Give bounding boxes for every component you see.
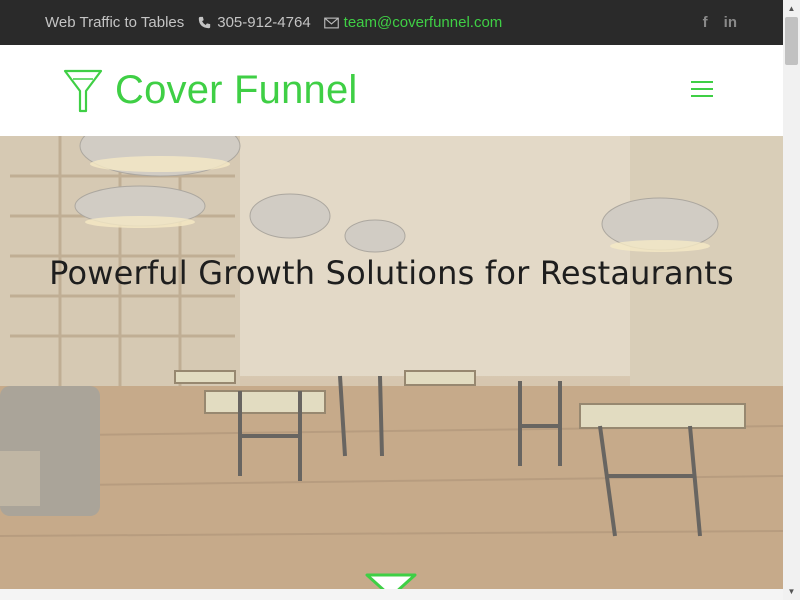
hamburger-menu-icon[interactable] bbox=[691, 81, 713, 99]
tagline: Web Traffic to Tables bbox=[45, 14, 185, 31]
phone-number[interactable]: 305-912-4764 bbox=[217, 14, 310, 31]
phone-icon bbox=[199, 16, 211, 29]
envelope-icon bbox=[323, 17, 339, 28]
scroll-up-icon[interactable]: ▲ bbox=[783, 0, 800, 17]
bottom-strip bbox=[0, 589, 783, 600]
site-header: Cover Funnel bbox=[0, 45, 783, 136]
hero-overlay bbox=[0, 136, 783, 589]
hero-title: Powerful Growth Solutions for Restaurant… bbox=[49, 254, 734, 292]
scrollbar-thumb[interactable] bbox=[785, 17, 798, 65]
logo-text: Cover Funnel bbox=[115, 68, 358, 112]
facebook-icon[interactable]: f bbox=[703, 14, 708, 31]
funnel-logo-icon bbox=[63, 69, 103, 112]
vertical-scrollbar[interactable]: ▲ ▼ bbox=[783, 0, 800, 600]
top-info-bar: Web Traffic to Tables 305-912-4764 team@… bbox=[0, 0, 783, 45]
funnel-badge-icon bbox=[365, 573, 417, 589]
scroll-down-icon[interactable]: ▼ bbox=[783, 583, 800, 600]
phone-contact[interactable]: 305-912-4764 bbox=[198, 14, 311, 31]
social-links: f in bbox=[703, 0, 737, 45]
email-contact[interactable]: team@coverfunnel.com bbox=[323, 14, 503, 31]
linkedin-icon[interactable]: in bbox=[724, 14, 737, 31]
hero-section: Powerful Growth Solutions for Restaurant… bbox=[0, 136, 783, 589]
email-link[interactable]: team@coverfunnel.com bbox=[344, 14, 503, 31]
site-logo[interactable]: Cover Funnel bbox=[63, 68, 358, 113]
